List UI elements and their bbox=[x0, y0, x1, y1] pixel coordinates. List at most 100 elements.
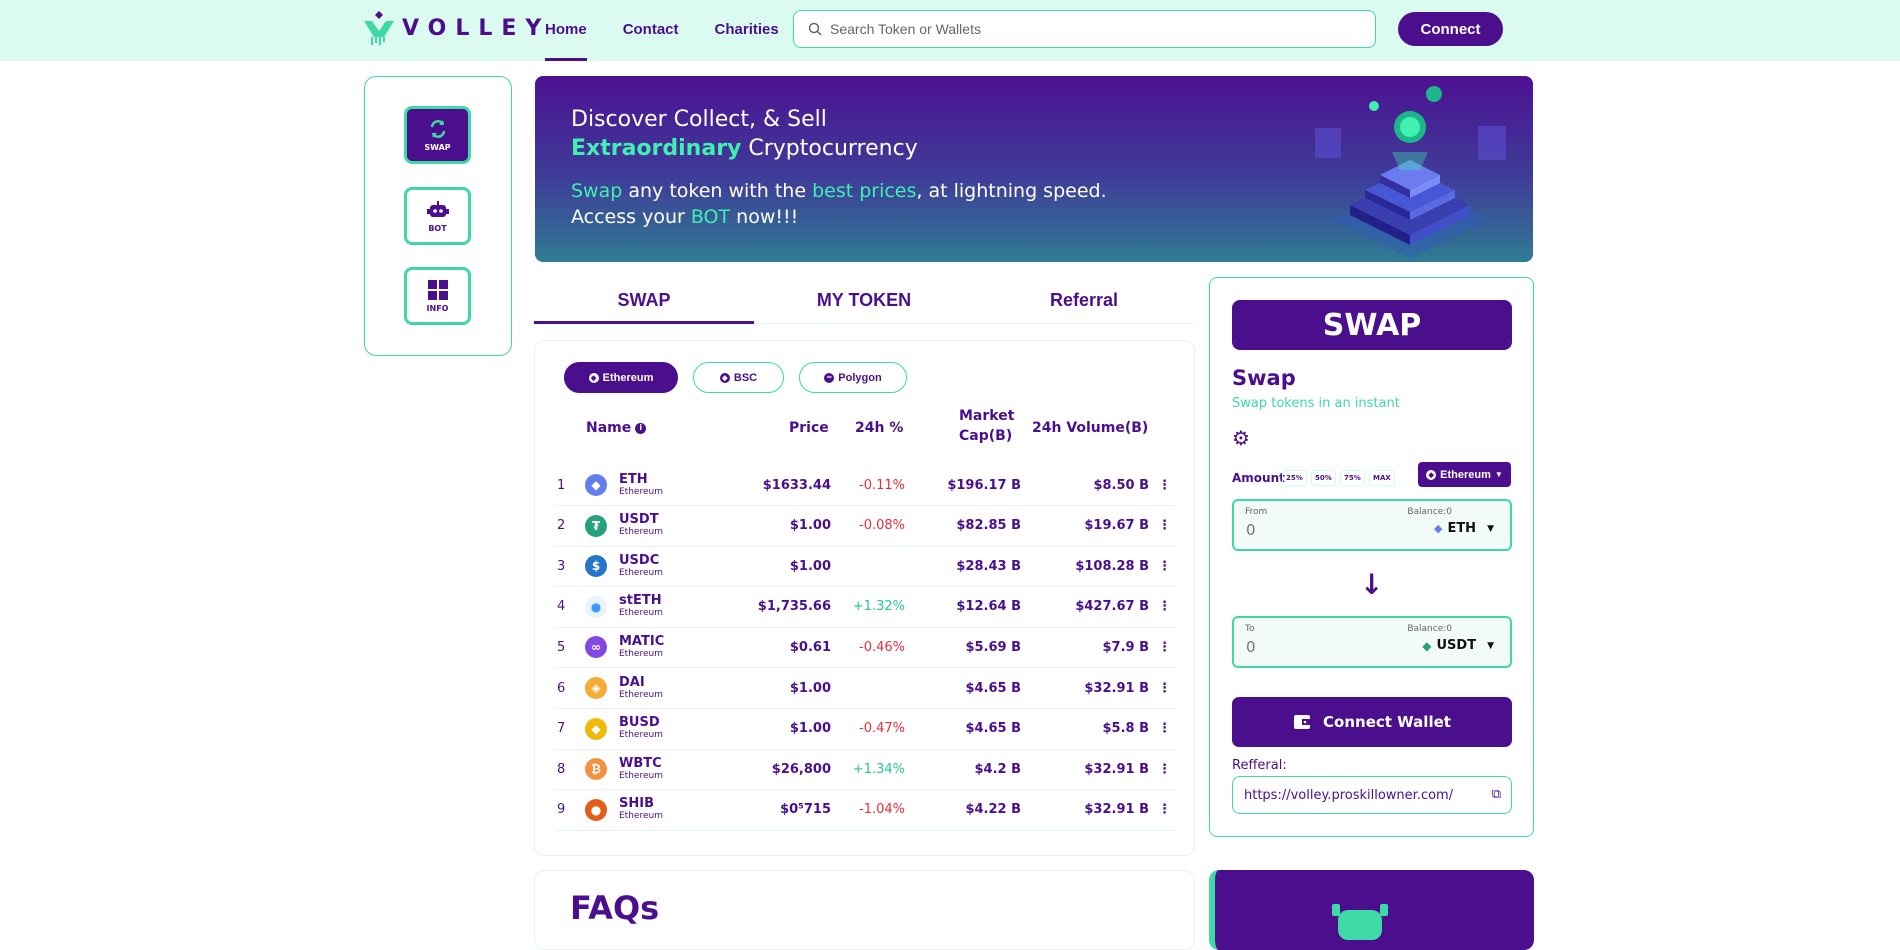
pct-25-button[interactable]: 25% bbox=[1282, 470, 1307, 486]
swap-header: SWAP bbox=[1232, 300, 1512, 350]
row-volume: $427.67 B bbox=[1075, 599, 1149, 615]
table-row[interactable]: 7 ◆ BUSD Ethereum $1.00 -0.47% $4.65 B $5.8 B ⋮ bbox=[555, 709, 1177, 750]
table-row[interactable]: 5 ∞ MATIC Ethereum $0.61 -0.46% $5.69 B $7.9 B ⋮ bbox=[555, 627, 1177, 669]
chip-ethereum[interactable]: ◆ Ethereum bbox=[564, 362, 678, 393]
logo-text: VOLLEY bbox=[402, 15, 551, 41]
table-row[interactable]: 3 $ USDC Ethereum $1.00 $28.43 B $108.28 B ⋮ bbox=[555, 546, 1177, 588]
info-icon[interactable]: i bbox=[635, 422, 647, 434]
banner-line-2: Extraordinary Cryptocurrency bbox=[571, 136, 918, 161]
to-amount-input[interactable] bbox=[1246, 638, 1396, 656]
row-price: $1.00 bbox=[789, 721, 831, 737]
search-bar bbox=[793, 10, 1376, 48]
rail-swap-button[interactable]: SWAP bbox=[404, 106, 471, 164]
row-volume: $32.91 B bbox=[1084, 802, 1149, 818]
to-token-label: USDT bbox=[1436, 638, 1477, 653]
pct-max-button[interactable]: MAX bbox=[1369, 470, 1395, 486]
pct-50-button[interactable]: 50% bbox=[1311, 470, 1336, 486]
table-row[interactable]: 2 ₮ USDT Ethereum $1.00 -0.08% $82.85 B $19.67 … bbox=[555, 506, 1177, 547]
refresh-icon bbox=[430, 119, 445, 138]
row-token: ETH Ethereum bbox=[619, 465, 663, 505]
to-label: To bbox=[1245, 624, 1255, 634]
more-options-icon[interactable]: ⋮ bbox=[1158, 749, 1171, 789]
banner-line-3: Swap any token with the best prices, at … bbox=[571, 180, 1107, 202]
swap-direction-arrow-icon[interactable]: ↓ bbox=[1360, 568, 1383, 601]
table-row[interactable]: 1 ◆ ETH Ethereum $1633.44 -0.11% $196.17 B $8.5… bbox=[555, 465, 1177, 506]
chevron-down-icon: ▼ bbox=[1487, 640, 1494, 651]
row-network: Ethereum bbox=[619, 730, 663, 741]
connect-wallet-label: Connect Wallet bbox=[1323, 713, 1451, 731]
connect-wallet-button[interactable]: Connect Wallet bbox=[1232, 697, 1512, 747]
swap-card: SWAP Swap Swap tokens in an instant ⚙ Am… bbox=[1209, 277, 1534, 837]
chip-polygon[interactable]: ∞ Polygon bbox=[799, 362, 907, 393]
search-input[interactable] bbox=[830, 21, 1330, 37]
more-options-icon[interactable]: ⋮ bbox=[1158, 627, 1171, 667]
chevron-down-icon: ▼ bbox=[1487, 523, 1494, 534]
row-change: +1.32% bbox=[852, 599, 905, 615]
row-token: stETH Ethereum bbox=[619, 587, 663, 627]
grid-icon bbox=[427, 279, 448, 300]
rail-info-button[interactable]: INFO bbox=[404, 267, 471, 325]
usdc-icon: $ bbox=[585, 555, 607, 578]
table-row[interactable]: 6 ◈ DAI Ethereum $1.00 $4.65 B $32.91 B ⋮ bbox=[555, 668, 1177, 709]
more-options-icon[interactable]: ⋮ bbox=[1158, 709, 1171, 749]
from-token-label: ETH bbox=[1447, 521, 1477, 536]
chip-bsc[interactable]: ◆ BSC bbox=[693, 362, 784, 393]
eth-icon: ◆ bbox=[585, 474, 607, 496]
to-token-select[interactable]: ◆ USDT ▼ bbox=[1422, 638, 1494, 653]
chip-polygon-label: Polygon bbox=[838, 371, 882, 384]
nav-contact[interactable]: Contact bbox=[623, 0, 679, 61]
more-options-icon[interactable]: ⋮ bbox=[1158, 587, 1171, 627]
from-token-select[interactable]: ◆ ETH ▼ bbox=[1434, 521, 1494, 536]
rail-bot-button[interactable]: BOT bbox=[404, 187, 471, 245]
col-header-volume: 24h Volume(B) bbox=[1032, 420, 1149, 436]
more-options-icon[interactable]: ⋮ bbox=[1158, 546, 1171, 586]
tab-my-token[interactable]: MY TOKEN bbox=[754, 280, 974, 323]
from-label: From bbox=[1245, 507, 1268, 517]
table-row[interactable]: 8 ₿ WBTC Ethereum $26,800 +1.34% $4.2 B $32.91 … bbox=[555, 749, 1177, 791]
robot-icon bbox=[426, 200, 449, 217]
banner-bot-word: BOT bbox=[690, 206, 731, 228]
settings-gear-icon[interactable]: ⚙ bbox=[1232, 426, 1250, 450]
row-market-cap: $12.64 B bbox=[956, 599, 1021, 615]
tab-referral[interactable]: Referral bbox=[974, 280, 1194, 323]
logo[interactable]: VOLLEY bbox=[362, 11, 550, 45]
rail-swap-label: SWAP bbox=[424, 142, 451, 152]
nav-home[interactable]: Home bbox=[545, 0, 587, 61]
busd-icon: ◆ bbox=[585, 717, 607, 740]
more-options-icon[interactable]: ⋮ bbox=[1158, 668, 1171, 708]
row-network: Ethereum bbox=[619, 689, 663, 700]
row-index: 3 bbox=[557, 558, 566, 574]
nav-charities[interactable]: Charities bbox=[715, 0, 779, 61]
row-market-cap: $4.2 B bbox=[974, 761, 1021, 777]
row-network: Ethereum bbox=[619, 770, 663, 781]
row-market-cap: $28.43 B bbox=[956, 558, 1021, 574]
referral-link-field[interactable]: https://volley.proskillowner.com/ ⧉ bbox=[1232, 776, 1512, 814]
pct-75-button[interactable]: 75% bbox=[1340, 470, 1365, 486]
tab-swap[interactable]: SWAP bbox=[534, 280, 754, 324]
row-change: -0.08% bbox=[859, 518, 905, 534]
content-tabs: SWAP MY TOKEN Referral bbox=[534, 280, 1194, 324]
network-dropdown[interactable]: ◆ Ethereum ▼ bbox=[1418, 462, 1511, 487]
more-options-icon[interactable]: ⋮ bbox=[1158, 465, 1171, 505]
row-symbol: USDC bbox=[619, 552, 660, 568]
row-index: 2 bbox=[557, 518, 566, 534]
table-row[interactable]: 4 ● stETH Ethereum $1,735.66 +1.32% $12.64 B $4… bbox=[555, 587, 1177, 628]
row-change: -0.47% bbox=[859, 721, 905, 737]
more-options-icon[interactable]: ⋮ bbox=[1158, 790, 1171, 830]
more-options-icon[interactable]: ⋮ bbox=[1158, 506, 1171, 546]
faq-title: FAQs bbox=[570, 889, 660, 927]
row-market-cap: $82.85 B bbox=[956, 518, 1021, 534]
robot-icon bbox=[1332, 904, 1388, 940]
connect-button[interactable]: Connect bbox=[1398, 12, 1503, 46]
row-price: $1.00 bbox=[789, 558, 831, 574]
row-token: BUSD Ethereum bbox=[619, 709, 663, 749]
swap-subtitle: Swap tokens in an instant bbox=[1232, 396, 1400, 411]
from-amount-input[interactable] bbox=[1246, 521, 1396, 539]
col-header-price: Price bbox=[789, 420, 829, 436]
col-header-change: 24h % bbox=[855, 420, 904, 436]
banner-highlight: Extraordinary bbox=[571, 136, 742, 161]
copy-icon[interactable]: ⧉ bbox=[1492, 787, 1501, 802]
table-row[interactable]: 9 ● SHIB Ethereum $0⁵715 -1.04% $4.22 B $32.91 … bbox=[555, 790, 1177, 831]
row-price: $1,735.66 bbox=[757, 599, 831, 615]
to-balance: Balance:0 bbox=[1407, 624, 1452, 634]
